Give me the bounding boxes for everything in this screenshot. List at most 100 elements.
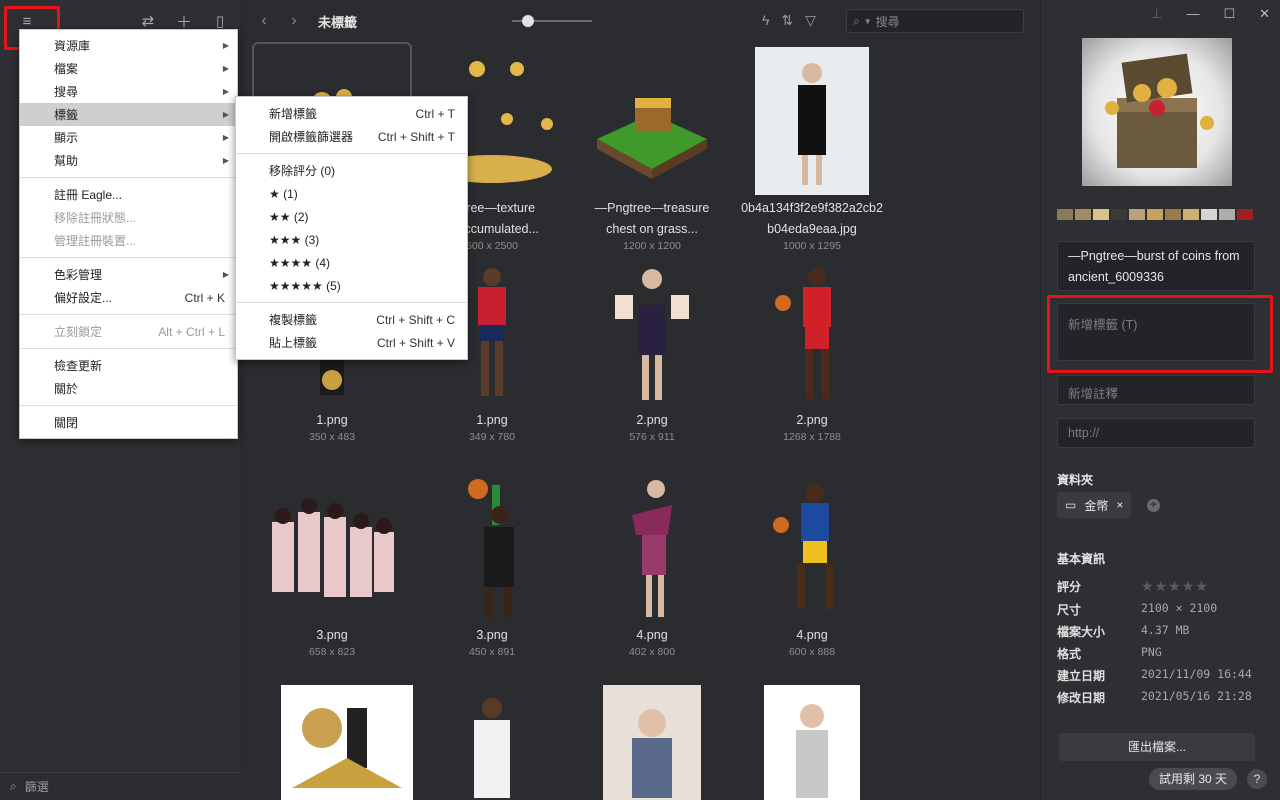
submenu-item[interactable]: ★ (1) [236,182,467,205]
thumbnail [603,685,701,800]
menu-item[interactable]: 關於 [20,377,237,400]
color-swatch[interactable] [1075,209,1091,220]
menu-separator [236,153,467,154]
submenu-item[interactable]: 移除評分 (0) [236,159,467,182]
menu-item[interactable]: 移除註冊狀態... [20,206,237,229]
maximize-icon[interactable]: ☐ [1223,6,1235,22]
file-name: 0b4a134f3f2e9f382a2cb2 [741,201,883,215]
add-folder-icon[interactable]: + [1147,499,1160,512]
grid-item[interactable] [572,685,732,800]
export-file-button[interactable]: 匯出檔案... [1059,733,1255,761]
submenu-item[interactable]: ★★★★ (4) [236,251,467,274]
file-dimensions: 576 x 911 [629,431,675,443]
grid-item[interactable] [732,685,892,800]
menu-item[interactable]: 檔案 ▶ [20,57,237,80]
grid-item[interactable]: 3.png 658 x 823 [252,472,412,658]
menu-item-label: 標籤 [54,108,79,122]
submenu-item-shortcut: Ctrl + Shift + T [377,129,455,144]
close-icon[interactable]: ✕ [1259,6,1270,22]
filename-field[interactable]: —Pngtree—burst of coins from ancient_600… [1057,241,1255,291]
tag-submenu: 新增標籤 Ctrl + T 開啟標籤篩選器 Ctrl + Shift + T 移除評分 … [235,96,468,360]
menu-item[interactable]: 關閉 [20,411,237,434]
grid-item[interactable]: —Pngtree—treasure chest on grass... 1200… [572,42,732,252]
grid-item[interactable]: 2.png 1268 x 1788 [732,262,892,443]
pin-icon[interactable]: ⊥ [1151,6,1162,22]
color-swatch[interactable] [1147,209,1163,220]
color-swatch[interactable] [1219,209,1235,220]
sidebar-filter[interactable]: ⌕ 篩選 [0,772,242,800]
menu-item-label: 顯示 [54,131,79,145]
color-swatch[interactable] [1057,209,1073,220]
thumbnail [764,685,860,800]
menu-item[interactable]: 註冊 Eagle... [20,183,237,206]
menu-item[interactable]: 色彩管理 ▶ [20,263,237,286]
grid-item[interactable]: 3.png 450 x 891 [412,472,572,658]
thumbnail [732,262,892,407]
menu-item[interactable]: 標籤 ▶ [20,103,237,126]
search-input[interactable]: ⌕ ▼ 搜尋 [846,9,1024,33]
menu-item[interactable]: 檢查更新 [20,354,237,377]
submenu-item-label: 開啟標籤篩選器 [269,130,354,144]
treasure-grass-image [597,97,707,179]
filter-icon[interactable]: ▽ [805,12,816,29]
treasure-chest-icon [1105,53,1214,168]
submenu-item[interactable]: ★★★★★ (5) [236,274,467,297]
info-value: 2021/11/09 16:44 [1141,667,1252,681]
menu-item[interactable]: 幫助 ▶ [20,149,237,172]
folder-chip[interactable]: ▭ 金幣 × [1057,492,1132,518]
menu-item-label: 註冊 Eagle... [54,188,123,202]
menu-item[interactable]: 立刻鎖定 Alt + Ctrl + L [20,320,237,343]
color-swatch[interactable] [1129,209,1145,220]
grid-item[interactable]: 2.png 576 x 911 [572,262,732,443]
back-arrow-icon[interactable]: ‹ [254,12,274,30]
zoom-slider-handle[interactable] [522,15,534,27]
file-name: —Pngtree—treasure [594,201,710,215]
soccer-player-image [478,267,506,396]
submenu-item[interactable]: 開啟標籤篩選器 Ctrl + Shift + T [236,125,467,148]
preview-image [1082,38,1232,186]
lightning-icon[interactable]: ϟ [762,12,769,29]
grid-item[interactable]: 4.png 402 x 800 [572,472,732,658]
zoom-slider[interactable] [512,15,592,27]
color-swatch[interactable] [1093,209,1109,220]
menu-item[interactable]: 偏好設定... Ctrl + K [20,286,237,309]
url-input[interactable]: http:// [1057,418,1255,448]
submenu-item[interactable]: ★★★ (3) [236,228,467,251]
color-swatch[interactable] [1237,209,1253,220]
submenu-item[interactable]: 新增標籤 Ctrl + T [236,102,467,125]
menu-item[interactable]: 管理註冊裝置... [20,229,237,252]
thumbnail [572,472,732,622]
submenu-item[interactable]: 複製標籤 Ctrl + Shift + C [236,308,467,331]
remove-folder-icon[interactable]: × [1116,498,1123,512]
menu-item[interactable]: 資源庫 ▶ [20,34,237,57]
search-icon: ⌕ [10,779,17,793]
grid-item[interactable]: 4.png 600 x 888 [732,472,892,658]
thumbnail [412,472,572,622]
note-input[interactable]: 新增註釋 [1057,375,1255,405]
forward-arrow-icon[interactable]: › [284,12,304,30]
trial-badge[interactable]: 試用剩 30 天 [1149,768,1238,790]
menu-item-label: 色彩管理 [54,268,103,282]
minimize-icon[interactable]: — [1186,6,1199,22]
sort-icon[interactable]: ⇅ [781,12,793,29]
rating-stars[interactable]: ★★★★★ [1141,578,1209,595]
grid-item[interactable]: 0b4a134f3f2e9f382a2cb2 b04eda9eaa.jpg 10… [732,42,892,252]
file-name: 2.png [636,413,668,427]
basketball-player-image [775,267,831,399]
file-name: 3.png [316,628,348,642]
grid-item[interactable] [267,685,427,800]
info-row: 修改日期 2021/05/16 21:28 [1057,689,1257,706]
grid-item[interactable] [412,685,572,800]
color-swatch[interactable] [1183,209,1199,220]
color-swatch[interactable] [1111,209,1127,220]
menu-item[interactable]: 顯示 ▶ [20,126,237,149]
color-swatch[interactable] [1165,209,1181,220]
submenu-item-label: 移除評分 (0) [269,164,336,178]
color-swatch[interactable] [1201,209,1217,220]
info-value: 2021/05/16 21:28 [1141,689,1252,703]
file-name: 3.png [476,628,508,642]
submenu-item[interactable]: ★★ (2) [236,205,467,228]
menu-item[interactable]: 搜尋 ▶ [20,80,237,103]
submenu-item[interactable]: 貼上標籤 Ctrl + Shift + V [236,331,467,354]
help-button[interactable]: ? [1247,769,1267,789]
